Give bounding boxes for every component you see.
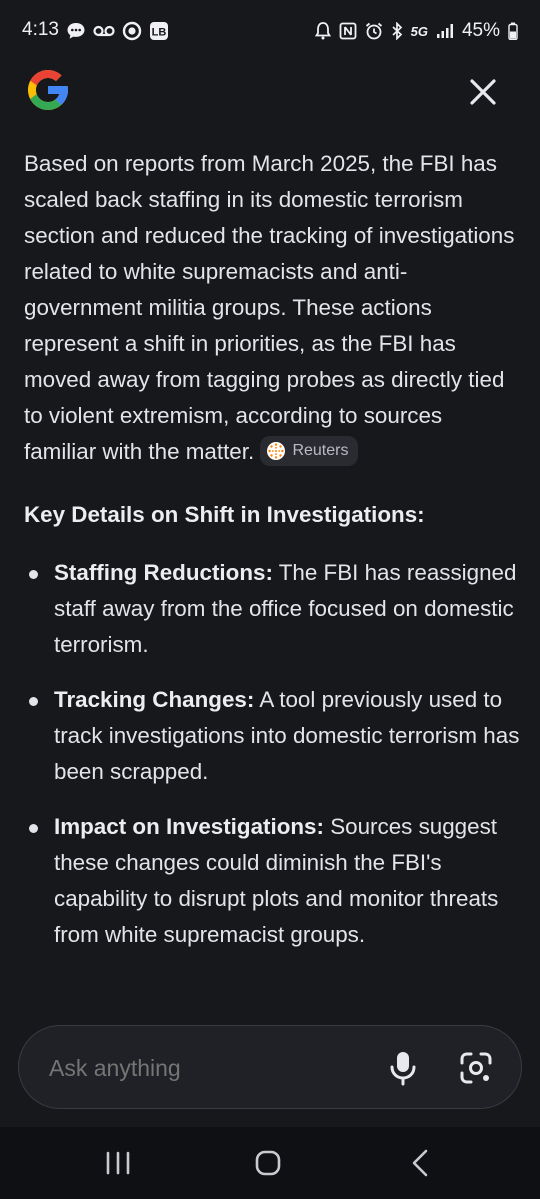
- list-item: Staffing Reductions: The FBI has reassig…: [24, 555, 520, 663]
- ask-bar: [18, 1025, 522, 1110]
- ask-input[interactable]: [49, 1026, 369, 1110]
- back-button[interactable]: [400, 1147, 440, 1179]
- chat-bubble-icon: [67, 23, 85, 39]
- close-button[interactable]: [464, 73, 502, 111]
- home-icon: [255, 1150, 281, 1176]
- list-item: Tracking Changes: A tool previously used…: [24, 682, 520, 790]
- status-time: 4:13: [22, 19, 59, 40]
- list-item-title: Impact on Investigations:: [54, 814, 324, 839]
- home-button[interactable]: [248, 1147, 288, 1179]
- answer-paragraph: Based on reports from March 2025, the FB…: [24, 146, 520, 470]
- system-nav-bar: [0, 1127, 540, 1199]
- list-item-title: Tracking Changes:: [54, 687, 255, 712]
- source-chip-reuters[interactable]: Reuters: [260, 436, 359, 467]
- bluetooth-icon: [392, 22, 402, 40]
- network-type: 5G: [410, 23, 428, 39]
- voicemail-icon: [93, 25, 115, 37]
- bullet-dot: [29, 697, 38, 706]
- google-logo-icon: [28, 70, 68, 110]
- close-icon: [470, 79, 496, 105]
- ai-answer: Based on reports from March 2025, the FB…: [24, 146, 520, 972]
- list-item-title: Staffing Reductions:: [54, 560, 273, 585]
- mic-button[interactable]: [387, 1050, 419, 1086]
- battery-percent: 45%: [461, 20, 500, 41]
- battery-icon: [508, 22, 518, 40]
- list-item: Impact on Investigations: Sources sugges…: [24, 809, 520, 953]
- lb-app-icon: LB: [150, 22, 168, 40]
- alarm-clock-icon: [365, 22, 382, 40]
- signal-icon: [436, 24, 453, 38]
- mic-icon: [390, 1052, 416, 1086]
- source-chip-label: Reuters: [292, 442, 349, 460]
- reuters-logo-icon: [267, 442, 286, 461]
- status-bar: 4:13 LB 5G 45%: [0, 0, 540, 62]
- bullet-dot: [29, 824, 38, 833]
- recent-apps-icon: [106, 1151, 130, 1175]
- section-heading: Key Details on Shift in Investigations:: [24, 502, 425, 527]
- notification-icons: LB: [66, 20, 169, 42]
- system-icons: 5G 45%: [314, 19, 518, 43]
- svg-text:LB: LB: [152, 27, 167, 39]
- alarm-icon: [314, 22, 331, 40]
- key-details-list: Staffing Reductions: The FBI has reassig…: [24, 555, 520, 953]
- recent-apps-button[interactable]: [98, 1147, 138, 1179]
- bullet-dot: [29, 570, 38, 579]
- nfc-icon: [339, 22, 357, 40]
- lens-button[interactable]: [459, 1051, 493, 1085]
- record-icon: [122, 21, 142, 41]
- back-icon: [412, 1149, 428, 1177]
- answer-text: Based on reports from March 2025, the FB…: [24, 151, 515, 464]
